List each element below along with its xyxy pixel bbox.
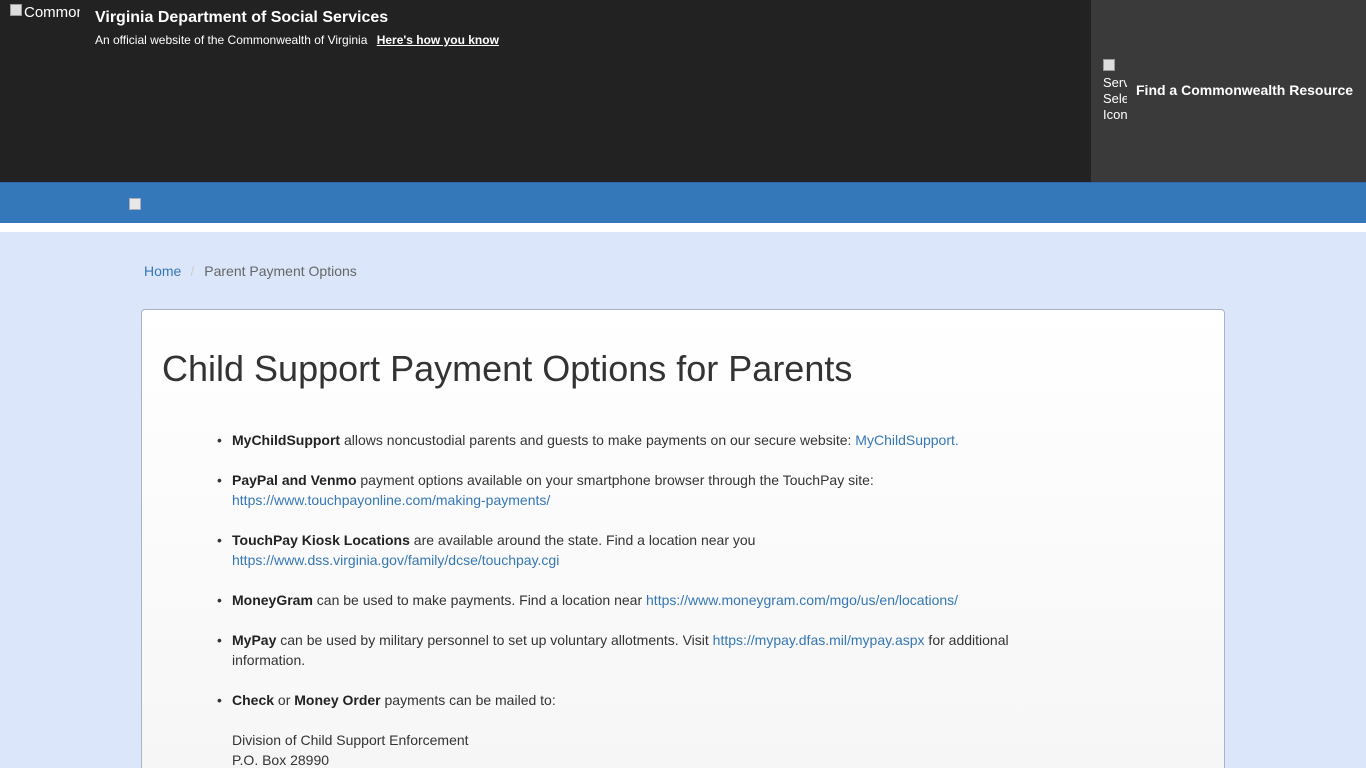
main-navbar bbox=[0, 182, 1366, 223]
commonwealth-seal-image[interactable]: Commonwealth bbox=[10, 4, 80, 40]
option-name: PayPal and Venmo bbox=[232, 472, 357, 488]
mypay-link[interactable]: https://mypay.dfas.mil/mypay.aspx bbox=[713, 632, 925, 648]
how-you-know-link[interactable]: Here's how you know bbox=[377, 33, 499, 47]
find-resource-button[interactable]: Service Selector Icon Find a Commonwealt… bbox=[1091, 0, 1366, 182]
list-item: • Check or Money Order payments can be ma… bbox=[217, 690, 1032, 768]
moneygram-locations-link[interactable]: https://www.moneygram.com/mgo/us/en/loca… bbox=[646, 592, 958, 608]
page-title: Child Support Payment Options for Parent… bbox=[162, 348, 853, 389]
touchpay-payments-link[interactable]: https://www.touchpayonline.com/making-pa… bbox=[232, 492, 550, 508]
option-name: Check bbox=[232, 692, 275, 708]
option-name: MoneyGram bbox=[232, 592, 313, 608]
mychildsupport-link[interactable]: MyChildSupport. bbox=[855, 432, 959, 448]
nav-divider bbox=[0, 223, 1366, 232]
option-name: Money Order bbox=[294, 692, 381, 708]
mailing-address: Division of Child Support Enforcement P.… bbox=[232, 730, 1032, 768]
touchpay-kiosk-link[interactable]: https://www.dss.virginia.gov/family/dcse… bbox=[232, 552, 559, 568]
list-item: • MoneyGram can be used to make payments.… bbox=[217, 592, 959, 608]
breadcrumb-home-link[interactable]: Home bbox=[144, 263, 181, 279]
list-item: • PayPal and Venmo payment options availa… bbox=[217, 472, 874, 508]
option-name: TouchPay Kiosk Locations bbox=[232, 532, 410, 548]
official-website-text: An official website of the Commonwealth … bbox=[95, 33, 368, 47]
official-website-notice: An official website of the Commonwealth … bbox=[95, 33, 499, 47]
service-selector-icon: Service Selector Icon bbox=[1103, 59, 1127, 123]
find-resource-label: Find a Commonwealth Resource bbox=[1136, 82, 1354, 98]
agency-title: Virginia Department of Social Services bbox=[95, 9, 389, 26]
list-item: • MyChildSupport allows noncustodial pare… bbox=[217, 432, 959, 448]
option-name: MyPay bbox=[232, 632, 277, 648]
address-line: Division of Child Support Enforcement bbox=[232, 732, 469, 748]
content-panel: Child Support Payment Options for Parent… bbox=[141, 309, 1225, 768]
address-line: P.O. Box 28990 bbox=[232, 752, 330, 768]
list-item: • TouchPay Kiosk Locations are available … bbox=[217, 532, 756, 568]
breadcrumb-separator: / bbox=[190, 263, 195, 279]
vdss-logo-image[interactable] bbox=[129, 198, 145, 212]
site-banner: Commonwealth Virginia Department of Soci… bbox=[0, 0, 1366, 182]
payment-options-list: • MyChildSupport allows noncustodial pare… bbox=[217, 430, 1032, 768]
breadcrumb: Home / Parent Payment Options bbox=[144, 262, 357, 280]
list-item: • MyPay can be used by military personnel… bbox=[217, 632, 1009, 668]
breadcrumb-current: Parent Payment Options bbox=[204, 263, 357, 279]
option-name: MyChildSupport bbox=[232, 432, 341, 448]
